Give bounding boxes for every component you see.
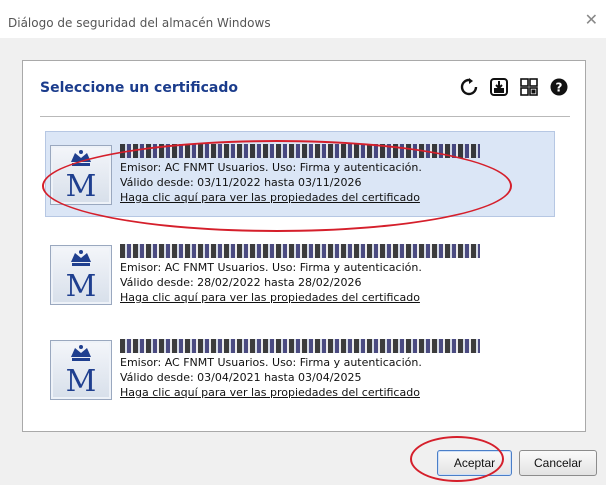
- cancel-button[interactable]: Cancelar: [519, 450, 597, 476]
- certificate-item[interactable]: M Emisor: AC FNMT Usuarios. Uso: Firma y…: [45, 131, 555, 217]
- page-title: Seleccione un certificado: [40, 80, 238, 96]
- certificate-properties-link[interactable]: Haga clic aquí para ver las propiedades …: [120, 190, 480, 205]
- certificate-issuer: Emisor: AC FNMT Usuarios. Uso: Firma y a…: [120, 261, 422, 274]
- certificate-validity: Válido desde: 28/02/2022 hasta 28/02/202…: [120, 276, 362, 289]
- certificate-owner-redacted: [120, 339, 480, 353]
- import-icon[interactable]: [489, 77, 509, 97]
- svg-text:M: M: [66, 169, 97, 204]
- close-icon[interactable]: ✕: [585, 12, 598, 28]
- certificate-details: Emisor: AC FNMT Usuarios. Uso: Firma y a…: [120, 144, 480, 205]
- svg-text:M: M: [66, 364, 97, 399]
- certificate-validity: Válido desde: 03/04/2021 hasta 03/04/202…: [120, 371, 362, 384]
- certificate-properties-link[interactable]: Haga clic aquí para ver las propiedades …: [120, 385, 480, 400]
- fnmt-logo: M: [50, 145, 112, 205]
- certificate-issuer: Emisor: AC FNMT Usuarios. Uso: Firma y a…: [120, 356, 422, 369]
- help-icon[interactable]: ?: [549, 77, 569, 97]
- certificate-item[interactable]: M Emisor: AC FNMT Usuarios. Uso: Firma y…: [45, 231, 555, 317]
- certificate-properties-link[interactable]: Haga clic aquí para ver las propiedades …: [120, 290, 480, 305]
- refresh-icon[interactable]: [459, 77, 479, 97]
- toolbar: ?: [459, 77, 569, 97]
- header-divider: [40, 116, 570, 117]
- fnmt-logo: M: [50, 245, 112, 305]
- fnmt-logo: M: [50, 340, 112, 400]
- store-icon[interactable]: [519, 77, 539, 97]
- certificate-details: Emisor: AC FNMT Usuarios. Uso: Firma y a…: [120, 244, 480, 305]
- certificate-validity: Válido desde: 03/11/2022 hasta 03/11/202…: [120, 176, 362, 189]
- certificate-owner-redacted: [120, 144, 480, 158]
- certificate-owner-redacted: [120, 244, 480, 258]
- svg-text:M: M: [66, 269, 97, 304]
- certificate-item[interactable]: M Emisor: AC FNMT Usuarios. Uso: Firma y…: [45, 326, 555, 412]
- certificate-panel: Seleccione un certificado ? M Emisor: AC…: [22, 60, 586, 432]
- svg-text:?: ?: [556, 81, 563, 95]
- accept-button[interactable]: Aceptar: [437, 450, 512, 476]
- certificate-details: Emisor: AC FNMT Usuarios. Uso: Firma y a…: [120, 339, 480, 400]
- title-bar: Diálogo de seguridad del almacén Windows…: [0, 0, 606, 38]
- window-title: Diálogo de seguridad del almacén Windows: [8, 16, 271, 30]
- certificate-issuer: Emisor: AC FNMT Usuarios. Uso: Firma y a…: [120, 161, 422, 174]
